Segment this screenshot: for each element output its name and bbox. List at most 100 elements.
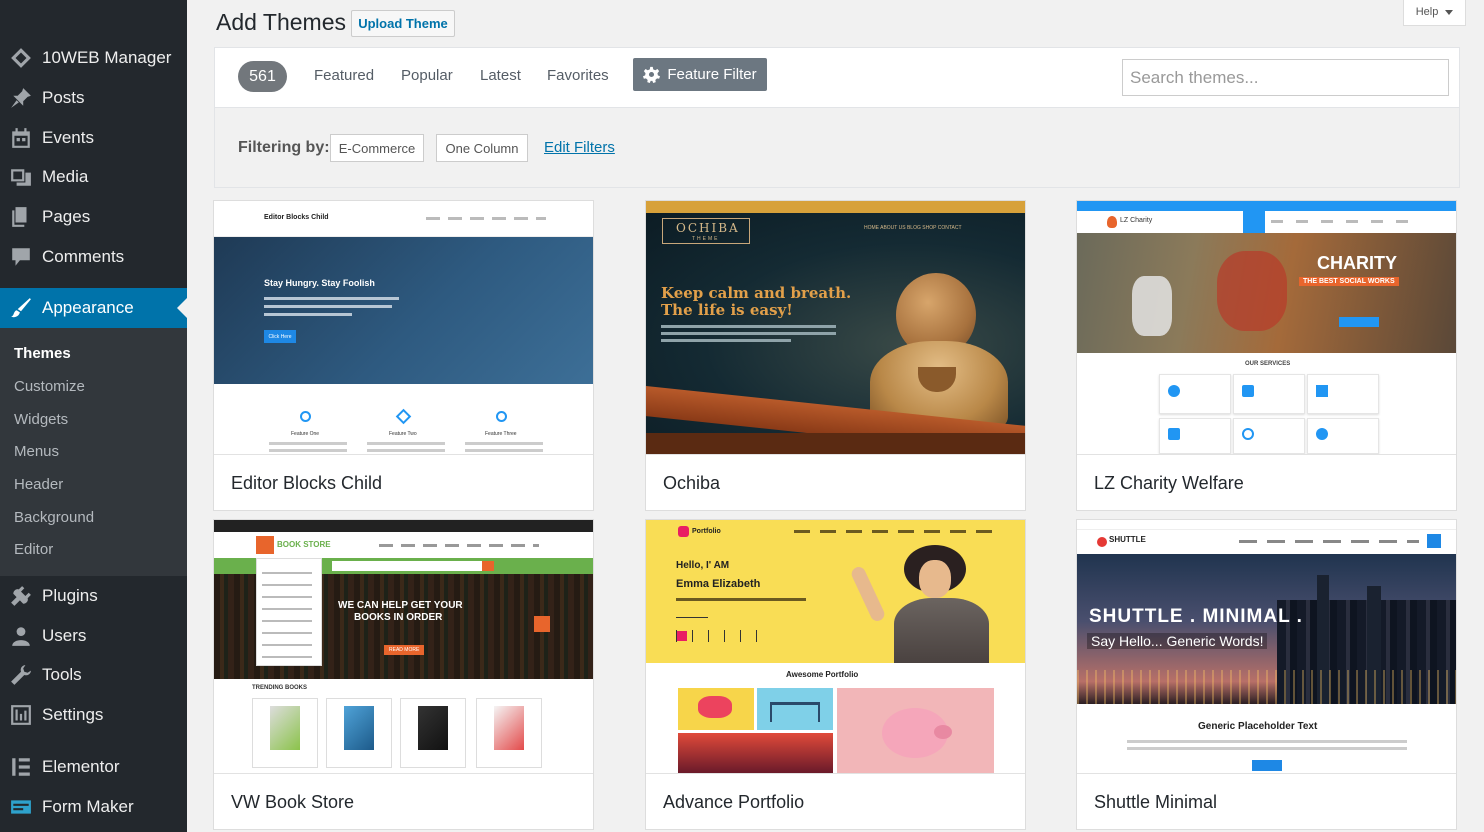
feature-filter-label: Feature Filter <box>667 66 757 83</box>
preview-section: OUR SERVICES <box>1245 361 1291 367</box>
sidebar-item-appearance[interactable]: Appearance <box>0 288 187 328</box>
preview-nav: HOME ABOUT US BLOG SHOP CONTACT <box>864 225 962 231</box>
help-label: Help <box>1415 6 1439 18</box>
preview-headline: Keep calm and breath. <box>661 284 852 302</box>
sidebar-item-form-maker[interactable]: Form Maker <box>0 787 187 827</box>
gear-icon <box>643 66 661 83</box>
plug-icon <box>0 585 42 607</box>
active-menu-arrow <box>177 298 187 318</box>
sidebar-item-elementor[interactable]: Elementor <box>0 747 187 787</box>
media-icon <box>0 166 42 188</box>
sidebar-item-events[interactable]: Events <box>0 118 187 158</box>
appearance-submenu: Themes Customize Widgets Menus Header Ba… <box>0 328 187 576</box>
help-tab[interactable]: Help <box>1403 0 1466 26</box>
preview-hero: WE CAN HELP GET YOUR <box>338 600 463 611</box>
preview-logo: BOOK STORE <box>277 540 331 549</box>
filter-tag-ecommerce: E-Commerce <box>330 134 424 162</box>
pages-icon <box>0 206 42 228</box>
preview-hero: SHUTTLE . MINIMAL . <box>1089 606 1303 627</box>
preview-person: Emma Elizabeth <box>676 578 761 590</box>
form-icon <box>0 796 42 818</box>
sidebar-item-settings[interactable]: Settings <box>0 695 187 735</box>
filter-link-popular[interactable]: Popular <box>401 67 453 84</box>
theme-card[interactable]: LZ Charity CHARITY THE BEST SOCIAL WORKS… <box>1076 200 1457 511</box>
settings-icon <box>0 704 42 726</box>
preview-section: Awesome Portfolio <box>786 670 859 679</box>
caret-down-icon <box>1445 9 1454 15</box>
sidebar-item-media[interactable]: Media <box>0 157 187 197</box>
preview-headline: Stay Hungry. Stay Foolish <box>264 278 375 288</box>
comment-icon <box>0 246 42 268</box>
theme-count-badge: 561 <box>238 61 287 92</box>
diamond-icon <box>0 47 42 69</box>
preview-feature: Feature Two <box>389 431 417 437</box>
page-title: Add Themes <box>216 9 346 35</box>
filter-link-favorites[interactable]: Favorites <box>547 67 609 84</box>
submenu-item-widgets[interactable]: Widgets <box>14 411 68 428</box>
sidebar-item-posts[interactable]: Posts <box>0 78 187 118</box>
sidebar-item-label: 10WEB Manager <box>42 48 172 67</box>
theme-screenshot: Editor Blocks Child Stay Hungry. Stay Fo… <box>214 201 593 454</box>
preview-button: Click Here <box>264 330 296 343</box>
feature-filter-button[interactable]: Feature Filter <box>633 58 767 91</box>
preview-hero: CHARITY <box>1317 253 1397 273</box>
sidebar-item-label: Elementor <box>42 757 120 776</box>
submenu-item-menus[interactable]: Menus <box>14 443 59 460</box>
sidebar-item-pages[interactable]: Pages <box>0 197 187 237</box>
admin-sidebar: 10WEB Manager Posts Events Media Pages C… <box>0 0 187 832</box>
theme-screenshot: SHUTTLE SHUTTLE . MINIMAL . Say Hello...… <box>1077 520 1456 773</box>
theme-card[interactable]: BOOK STORE WE CAN HELP GET YOUR BOOKS IN… <box>213 519 594 830</box>
submenu-item-customize[interactable]: Customize <box>14 378 85 395</box>
edit-filters-link[interactable]: Edit Filters <box>544 139 615 156</box>
sidebar-item-label: Form Maker <box>42 797 134 816</box>
sidebar-item-label: Users <box>42 626 87 645</box>
preview-hero: BOOKS IN ORDER <box>354 612 443 623</box>
theme-filter-bar: 561 Featured Popular Latest Favorites Fe… <box>214 47 1460 108</box>
theme-name: Advance Portfolio <box>646 773 1025 829</box>
preview-feature: Feature Three <box>485 431 517 437</box>
submenu-item-header[interactable]: Header <box>14 476 63 493</box>
sidebar-item-users[interactable]: Users <box>0 616 187 656</box>
upload-theme-button[interactable]: Upload Theme <box>351 10 455 37</box>
filtering-by-label: Filtering by: <box>238 139 330 156</box>
preview-hero-sub: Say Hello... Generic Words! <box>1087 633 1268 649</box>
sidebar-item-plugins[interactable]: Plugins <box>0 576 187 616</box>
sidebar-item-label: Appearance <box>42 298 134 317</box>
preview-logo: Editor Blocks Child <box>264 214 329 221</box>
theme-name: Shuttle Minimal <box>1077 773 1456 829</box>
elementor-icon <box>0 756 42 778</box>
sidebar-item-10web-manager[interactable]: 10WEB Manager <box>0 38 187 78</box>
preview-button: READ MORE <box>384 645 425 655</box>
preview-headline: The life is easy! <box>661 301 793 319</box>
sidebar-item-label: Media <box>42 167 89 186</box>
submenu-item-background[interactable]: Background <box>14 509 94 526</box>
filter-tag-one-column: One Column <box>436 134 528 162</box>
preview-section: Generic Placeholder Text <box>1198 721 1318 732</box>
submenu-item-editor[interactable]: Editor <box>14 541 53 558</box>
sidebar-item-comments[interactable]: Comments <box>0 237 187 277</box>
theme-card[interactable]: SHUTTLE SHUTTLE . MINIMAL . Say Hello...… <box>1076 519 1457 830</box>
sidebar-item-label: Settings <box>42 705 104 724</box>
sidebar-item-label: Tools <box>42 665 82 684</box>
theme-screenshot: LZ Charity CHARITY THE BEST SOCIAL WORKS… <box>1077 201 1456 454</box>
sidebar-item-tools[interactable]: Tools <box>0 655 187 695</box>
preview-logo-sub: THEME <box>692 236 720 242</box>
search-themes-input[interactable] <box>1122 59 1449 96</box>
sidebar-item-label: Posts <box>42 88 85 107</box>
sidebar-item-label: Pages <box>42 207 91 226</box>
calendar-icon <box>0 127 42 149</box>
submenu-item-themes[interactable]: Themes <box>14 345 71 362</box>
theme-card[interactable]: Editor Blocks Child Stay Hungry. Stay Fo… <box>213 200 594 511</box>
user-icon <box>0 625 42 647</box>
pin-icon <box>0 87 42 109</box>
theme-card[interactable]: Portfolio Hello, I' AM Emma Elizabeth Aw… <box>645 519 1026 830</box>
filter-link-featured[interactable]: Featured <box>314 67 374 84</box>
brush-icon <box>0 297 42 319</box>
theme-name: VW Book Store <box>214 773 593 829</box>
theme-card[interactable]: OCHIBA THEME HOME ABOUT US BLOG SHOP CON… <box>645 200 1026 511</box>
preview-logo: SHUTTLE <box>1109 535 1146 544</box>
filter-link-latest[interactable]: Latest <box>480 67 521 84</box>
theme-screenshot: OCHIBA THEME HOME ABOUT US BLOG SHOP CON… <box>646 201 1025 454</box>
preview-hero-sub: THE BEST SOCIAL WORKS <box>1299 277 1399 286</box>
theme-screenshot: BOOK STORE WE CAN HELP GET YOUR BOOKS IN… <box>214 520 593 773</box>
